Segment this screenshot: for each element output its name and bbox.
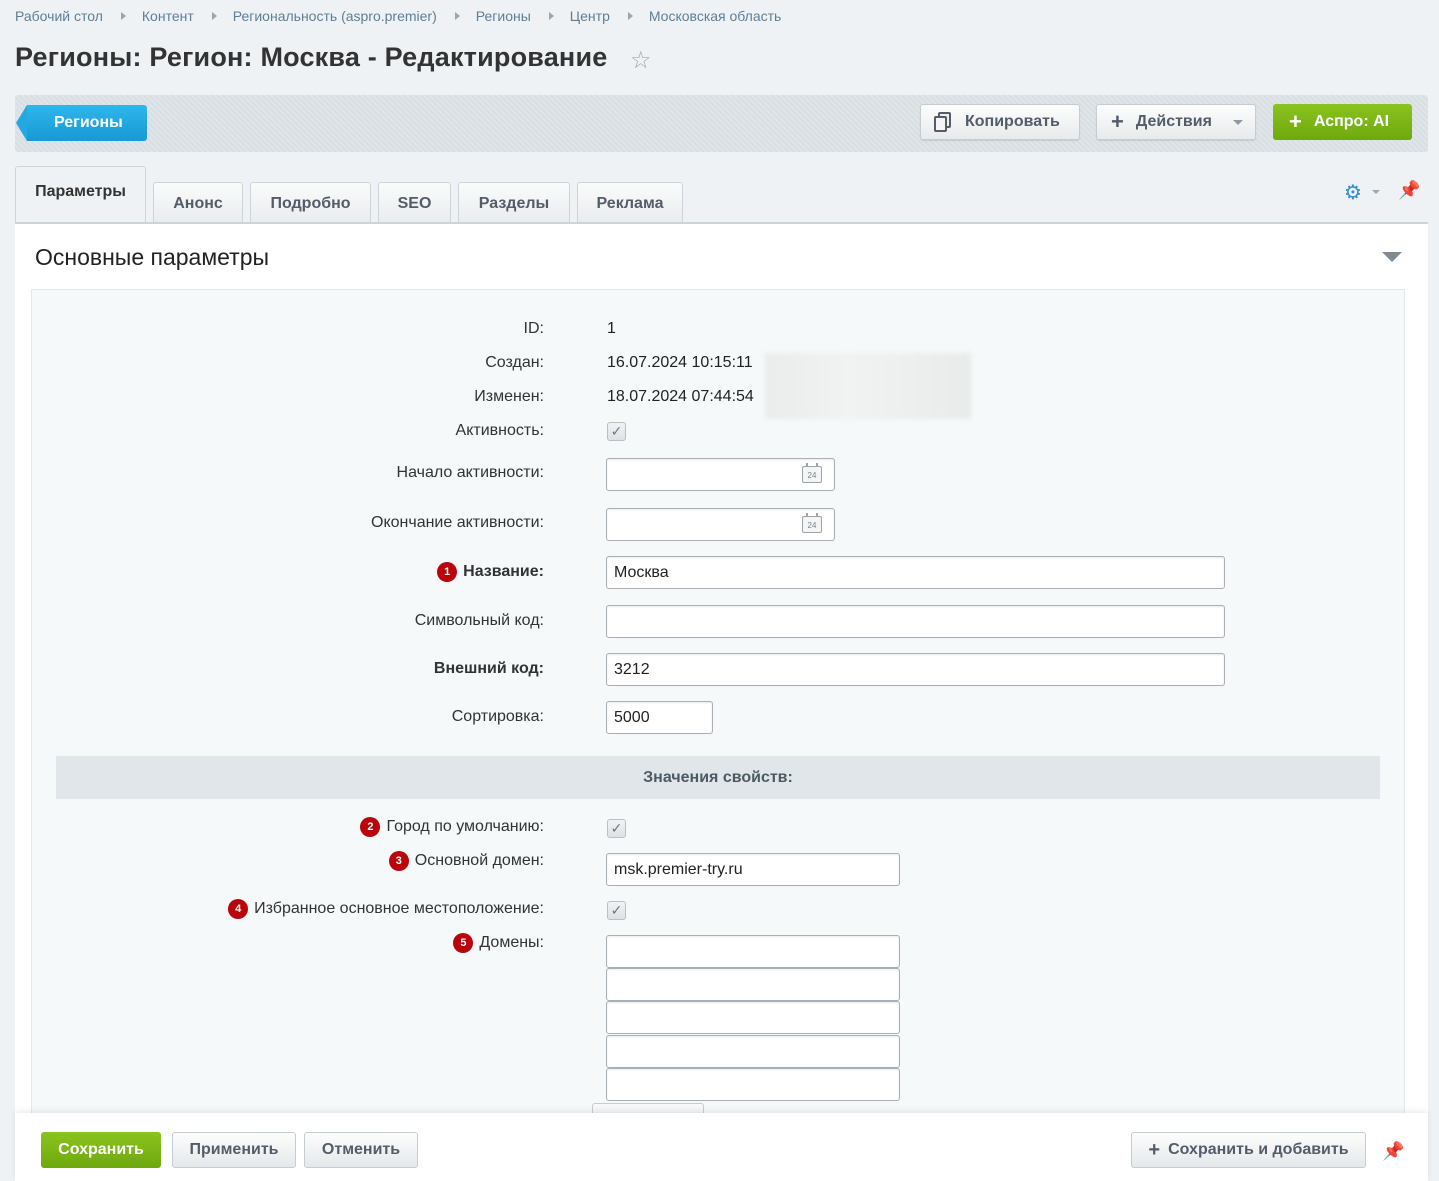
ai-button-label: Аспро: AI xyxy=(1313,113,1390,130)
main-domain-label: 3 Основной домен: xyxy=(388,851,544,871)
modified-label: Изменен: xyxy=(474,388,544,405)
copy-button[interactable]: Копировать xyxy=(920,104,1080,140)
cancel-button[interactable]: Отменить xyxy=(304,1132,418,1168)
name-label: 1 Название: xyxy=(437,562,544,582)
copy-icon xyxy=(933,111,955,133)
breadcrumb-item[interactable]: Регионы xyxy=(476,8,531,24)
redacted-user-info xyxy=(765,353,971,419)
breadcrumb-separator-icon xyxy=(120,12,126,20)
active-end-label: Окончание активности: xyxy=(371,514,544,531)
chevron-down-icon xyxy=(1233,120,1243,125)
created-label: Создан: xyxy=(485,354,544,371)
breadcrumb: Рабочий стол Контент Региональность (asp… xyxy=(15,8,781,24)
main-domain-input[interactable]: msk.premier-try.ru xyxy=(606,853,900,886)
plus-icon: + xyxy=(1111,109,1124,134)
sort-label: Сортировка: xyxy=(451,708,544,725)
modified-value: 18.07.2024 07:44:54 xyxy=(607,388,754,405)
external-code-input[interactable]: 3212 xyxy=(606,653,1225,686)
pin-icon[interactable]: 📌 xyxy=(1382,1141,1404,1162)
aspro-ai-button[interactable]: + Аспро: AI xyxy=(1273,104,1412,140)
default-city-label: 2 Город по умолчанию: xyxy=(360,817,544,837)
tab-bar: Параметры Анонс Подробно SEO Разделы Рек… xyxy=(15,166,690,224)
active-label: Активность: xyxy=(455,422,544,439)
sort-input[interactable]: 5000 xyxy=(606,701,713,734)
domain-input[interactable] xyxy=(606,1035,900,1068)
chevron-down-icon[interactable] xyxy=(1372,190,1380,194)
name-label-text: Название: xyxy=(463,563,544,580)
active-checkbox[interactable]: ✓ xyxy=(607,422,626,441)
active-start-label: Начало активности: xyxy=(396,464,544,481)
copy-button-label: Копировать xyxy=(965,113,1060,130)
plus-icon: + xyxy=(1289,109,1302,134)
breadcrumb-item[interactable]: Московская область xyxy=(649,8,781,24)
apply-button[interactable]: Применить xyxy=(172,1132,296,1168)
plus-icon: + xyxy=(1148,1139,1161,1161)
save-and-add-label: Сохранить и добавить xyxy=(1168,1141,1349,1158)
calendar-icon[interactable]: 24 xyxy=(802,513,822,533)
collapse-toggle-icon[interactable] xyxy=(1382,252,1402,262)
default-city-label-text: Город по умолчанию: xyxy=(386,818,544,835)
breadcrumb-item[interactable]: Центр xyxy=(570,8,610,24)
tab-parameters[interactable]: Параметры xyxy=(15,166,146,224)
breadcrumb-separator-icon xyxy=(454,12,460,20)
active-end-date-input[interactable]: 24 xyxy=(606,508,835,541)
name-input[interactable]: Москва xyxy=(606,556,1225,589)
footer-bar: Сохранить Применить Отменить + Сохранить… xyxy=(15,1113,1428,1181)
breadcrumb-item[interactable]: Региональность (aspro.premier) xyxy=(233,8,437,24)
annotation-badge: 4 xyxy=(228,899,249,919)
code-input[interactable] xyxy=(606,605,1225,638)
tab-seo[interactable]: SEO xyxy=(378,182,451,224)
created-value: 16.07.2024 10:15:11 xyxy=(607,354,753,371)
domains-label-text: Домены: xyxy=(479,934,544,951)
favorite-location-label: 4 Избранное основное местоположение: xyxy=(228,899,544,919)
tab-sections[interactable]: Разделы xyxy=(458,182,570,224)
tab-advertising[interactable]: Реклама xyxy=(577,182,683,224)
breadcrumb-item[interactable]: Рабочий стол xyxy=(15,8,103,24)
tab-details[interactable]: Подробно xyxy=(250,182,371,224)
domain-input[interactable] xyxy=(606,968,900,1001)
favorite-star-icon[interactable]: ☆ xyxy=(630,46,652,75)
domains-label: 5 Домены: xyxy=(453,933,544,953)
pin-icon[interactable]: 📌 xyxy=(1398,180,1420,201)
default-city-checkbox[interactable]: ✓ xyxy=(607,819,626,838)
calendar-icon[interactable]: 24 xyxy=(802,463,822,483)
back-button-label: Регионы xyxy=(54,114,123,131)
id-value: 1 xyxy=(607,320,616,337)
tab-announce[interactable]: Анонс xyxy=(153,182,243,224)
domain-input[interactable] xyxy=(606,935,900,968)
main-panel: Основные параметры ID: 1 Создан: 16.07.2… xyxy=(15,222,1428,1181)
favorite-location-label-text: Избранное основное местоположение: xyxy=(254,900,544,917)
save-and-add-button[interactable]: + Сохранить и добавить xyxy=(1131,1132,1366,1168)
favorite-location-checkbox[interactable]: ✓ xyxy=(607,901,626,920)
domain-input[interactable] xyxy=(606,1068,900,1101)
back-to-regions-button[interactable]: Регионы xyxy=(16,105,147,141)
breadcrumb-separator-icon xyxy=(627,12,633,20)
breadcrumb-item[interactable]: Контент xyxy=(142,8,194,24)
actions-dropdown-button[interactable]: + Действия xyxy=(1096,104,1256,140)
page-title: Регионы: Регион: Москва - Редактирование xyxy=(15,42,608,72)
form-area: ID: 1 Создан: 16.07.2024 10:15:11 Измене… xyxy=(31,289,1405,1181)
annotation-badge: 2 xyxy=(360,817,381,837)
section-title: Основные параметры xyxy=(35,244,270,270)
gear-icon[interactable]: ⚙ xyxy=(1344,180,1362,205)
id-label: ID: xyxy=(523,320,544,337)
external-code-label: Внешний код: xyxy=(433,660,544,677)
breadcrumb-separator-icon xyxy=(548,12,554,20)
active-start-date-input[interactable]: 24 xyxy=(606,458,835,491)
toolbar: Регионы Копировать + Действия + Аспро: A… xyxy=(15,95,1428,152)
breadcrumb-separator-icon xyxy=(211,12,217,20)
save-button[interactable]: Сохранить xyxy=(41,1132,161,1168)
properties-header: Значения свойств: xyxy=(56,756,1380,799)
annotation-badge: 5 xyxy=(453,933,474,953)
annotation-badge: 1 xyxy=(437,562,458,582)
domain-input[interactable] xyxy=(606,1001,900,1034)
actions-button-label: Действия xyxy=(1135,113,1212,130)
code-label: Символьный код: xyxy=(414,612,544,629)
main-domain-label-text: Основной домен: xyxy=(414,852,544,869)
annotation-badge: 3 xyxy=(388,851,409,871)
